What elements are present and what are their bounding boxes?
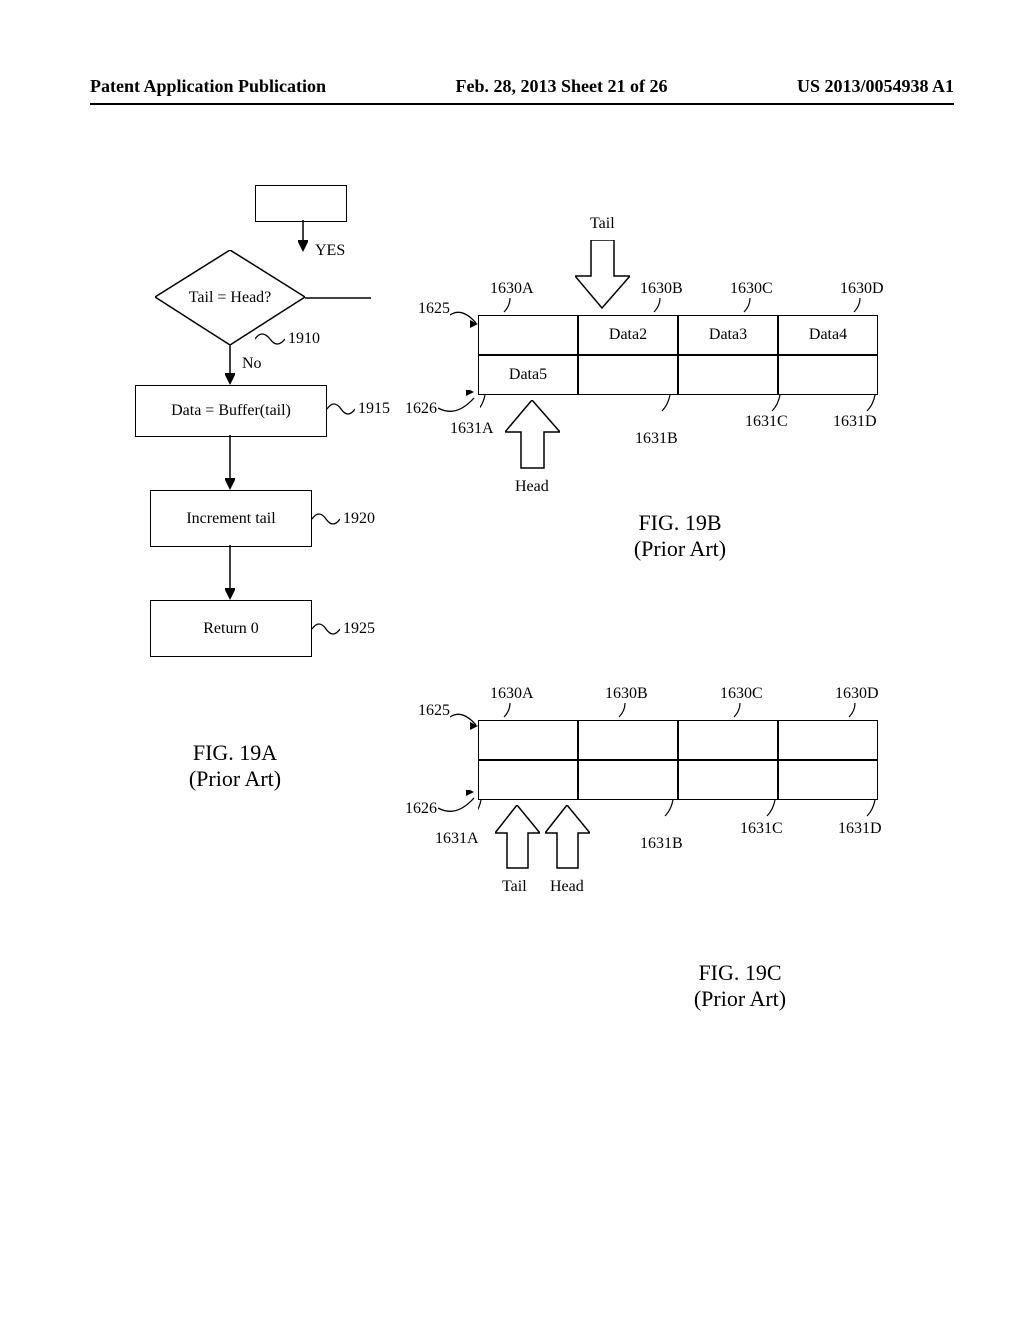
fig19b-topref-0: 1630A bbox=[490, 280, 534, 298]
fig19b-r2c3 bbox=[778, 355, 878, 395]
ref-1925-tie bbox=[312, 622, 340, 636]
fig19a-decision: Tail = Head? bbox=[155, 250, 305, 345]
fig19a-step1-text: Data = Buffer(tail) bbox=[171, 402, 291, 420]
fig19c-tail-label: Tail bbox=[502, 878, 527, 896]
fig19b-1625-lead bbox=[450, 310, 480, 330]
fig19a-step1: Data = Buffer(tail) bbox=[135, 385, 327, 437]
fig19c-r2c1 bbox=[578, 760, 678, 800]
fig19b-row1-ref: 1625 bbox=[418, 300, 450, 318]
fig19a-caption: FIG. 19A (Prior Art) bbox=[170, 740, 300, 792]
arrow-decision-to-step1 bbox=[225, 345, 235, 385]
fig19c-row1-ref: 1625 bbox=[418, 702, 450, 720]
fig19a-caption-l2: (Prior Art) bbox=[170, 766, 300, 792]
fig19c-r1c3 bbox=[778, 720, 878, 760]
fig19b-r2c0-t: Data5 bbox=[509, 366, 547, 384]
fig19a-no-label: No bbox=[242, 355, 262, 373]
ref-1910: 1910 bbox=[288, 330, 320, 348]
fig19b-botref-1: 1631B bbox=[635, 430, 678, 448]
arrow-yes bbox=[305, 295, 375, 301]
fig19b-row2-ref: 1626 bbox=[405, 400, 437, 418]
fig19c-botref-2: 1631C bbox=[740, 820, 783, 838]
fig19b-head-arrow bbox=[505, 400, 560, 470]
ref-1920: 1920 bbox=[343, 510, 375, 528]
fig19b-buffer: Data2 Data3 Data4 Data5 bbox=[478, 315, 878, 395]
fig19b-caption-l1: FIG. 19B bbox=[600, 510, 760, 536]
fig19c-r1c0 bbox=[478, 720, 578, 760]
fig19c-head-arrow bbox=[545, 805, 590, 870]
fig19a-step3-text: Return 0 bbox=[203, 620, 259, 638]
fig19c-topref-0: 1630A bbox=[490, 685, 534, 703]
fig19b-topref-3: 1630D bbox=[840, 280, 884, 298]
fig19b-caption: FIG. 19B (Prior Art) bbox=[600, 510, 760, 562]
fig19a-caption-l1: FIG. 19A bbox=[170, 740, 300, 766]
fig19c-topref-1: 1630B bbox=[605, 685, 648, 703]
fig19c-caption-l1: FIG. 19C bbox=[660, 960, 820, 986]
ref-1915: 1915 bbox=[358, 400, 390, 418]
fig19a-entry-box bbox=[255, 185, 347, 222]
fig19a-decision-text: Tail = Head? bbox=[155, 250, 305, 345]
fig19b-caption-l2: (Prior Art) bbox=[600, 536, 760, 562]
fig19b-r1c2-t: Data3 bbox=[709, 326, 747, 344]
fig19a-step2-text: Increment tail bbox=[186, 510, 275, 528]
fig19c-head-label: Head bbox=[550, 878, 584, 896]
fig19c-topref-2: 1630C bbox=[720, 685, 763, 703]
fig19b-botref-3: 1631D bbox=[833, 413, 877, 431]
fig19c-botref-1: 1631B bbox=[640, 835, 683, 853]
fig19a-step3: Return 0 bbox=[150, 600, 312, 657]
ref-1925: 1925 bbox=[343, 620, 375, 638]
fig19c-tail-arrow bbox=[495, 805, 540, 870]
fig19b-r1c3: Data4 bbox=[778, 315, 878, 355]
fig19c-r1c2 bbox=[678, 720, 778, 760]
fig19b-r1c3-t: Data4 bbox=[809, 326, 847, 344]
fig19c-r2c3 bbox=[778, 760, 878, 800]
fig19b-1626-lead bbox=[438, 390, 478, 415]
arrow-step1-to-step2 bbox=[225, 435, 235, 490]
ref-1915-tie bbox=[327, 402, 355, 416]
fig19c-row2-ref: 1626 bbox=[405, 800, 437, 818]
fig19b-botref-2: 1631C bbox=[745, 413, 788, 431]
fig19b-topref-1: 1630B bbox=[640, 280, 683, 298]
figure-canvas: Tail = Head? YES 1910 No Data = Buffer(t… bbox=[0, 0, 1024, 1320]
fig19b-head-label: Head bbox=[515, 478, 549, 496]
fig19c-1625-lead bbox=[450, 712, 480, 732]
fig19a-yes-label: YES bbox=[315, 242, 345, 260]
fig19c-botref-0: 1631A bbox=[435, 830, 479, 848]
fig19c-r2c2 bbox=[678, 760, 778, 800]
fig19c-caption: FIG. 19C (Prior Art) bbox=[660, 960, 820, 1012]
fig19c-topref-3: 1630D bbox=[835, 685, 879, 703]
fig19b-r1c2: Data3 bbox=[678, 315, 778, 355]
fig19b-r2c0: Data5 bbox=[478, 355, 578, 395]
fig19c-r1c1 bbox=[578, 720, 678, 760]
fig19b-botref-0: 1631A bbox=[450, 420, 494, 438]
fig19c-botref-3: 1631D bbox=[838, 820, 882, 838]
fig19c-r2c0 bbox=[478, 760, 578, 800]
arrow-step2-to-step3 bbox=[225, 545, 235, 600]
fig19a-step2: Increment tail bbox=[150, 490, 312, 547]
fig19b-r2c1 bbox=[578, 355, 678, 395]
ref-1920-tie bbox=[312, 512, 340, 526]
fig19b-topref-2: 1630C bbox=[730, 280, 773, 298]
arrow-entry-to-decision bbox=[298, 220, 308, 252]
fig19b-tail-label: Tail bbox=[590, 215, 615, 233]
fig19c-buffer bbox=[478, 720, 878, 800]
fig19b-r1c1-t: Data2 bbox=[609, 326, 647, 344]
fig19c-1626-lead bbox=[438, 790, 478, 815]
fig19b-r1c0 bbox=[478, 315, 578, 355]
ref-1910-tie bbox=[255, 332, 285, 346]
fig19b-r1c1: Data2 bbox=[578, 315, 678, 355]
fig19b-r2c2 bbox=[678, 355, 778, 395]
fig19c-caption-l2: (Prior Art) bbox=[660, 986, 820, 1012]
